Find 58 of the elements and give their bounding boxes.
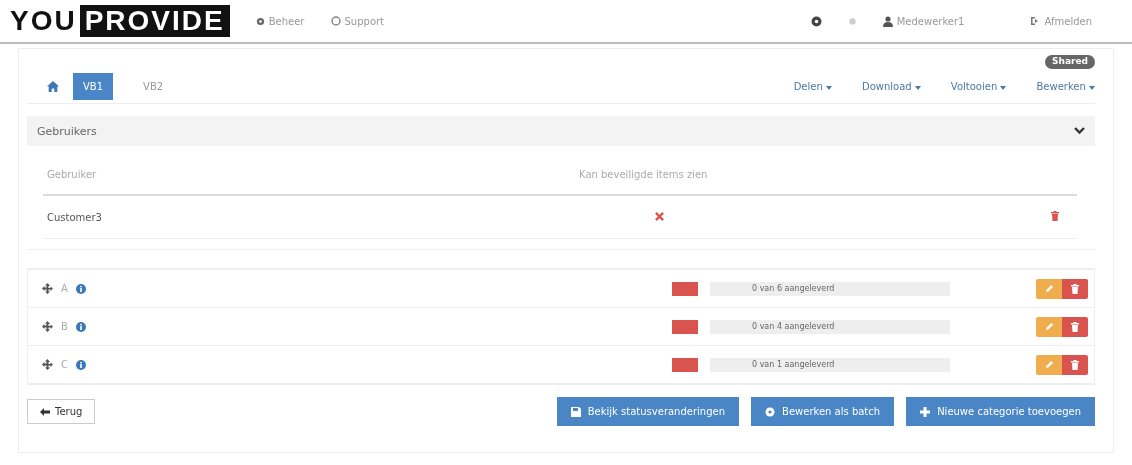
move-icon[interactable] bbox=[42, 359, 53, 370]
column-header: Gebruiker bbox=[46, 168, 98, 180]
category-name: C bbox=[61, 359, 68, 370]
column-header: Kan beveiligde items zien bbox=[578, 168, 709, 180]
progress-label: 0 van 1 aangeleverd bbox=[752, 360, 835, 369]
status-indicator bbox=[672, 281, 698, 296]
trash-icon bbox=[1071, 283, 1079, 294]
settings-icon[interactable] bbox=[810, 15, 822, 27]
info-icon[interactable] bbox=[76, 359, 86, 370]
pencil-icon bbox=[1044, 360, 1054, 369]
user-menu[interactable]: Medewerker1 bbox=[882, 15, 965, 27]
progress-label: 0 van 4 aangeleverd bbox=[752, 322, 835, 331]
caret-icon bbox=[1000, 85, 1007, 90]
caret-icon bbox=[1089, 85, 1095, 90]
arrow-left-icon bbox=[40, 407, 50, 416]
plus-icon bbox=[920, 406, 931, 417]
dropdown-button[interactable]: Delen bbox=[793, 80, 832, 92]
ring-icon bbox=[330, 16, 341, 26]
status-indicator bbox=[672, 357, 698, 372]
nav-link[interactable]: Beheer bbox=[255, 15, 305, 27]
move-icon[interactable] bbox=[42, 321, 53, 332]
action-button[interactable]: Bekijk statusveranderingen bbox=[556, 397, 740, 426]
pencil-icon bbox=[1044, 284, 1054, 293]
shared-badge: Shared bbox=[1045, 55, 1095, 69]
progress-label: 0 van 6 aangeleverd bbox=[752, 284, 835, 293]
user-icon bbox=[882, 15, 893, 27]
settings-icon bbox=[765, 406, 776, 417]
tab[interactable]: VB1 bbox=[73, 72, 114, 100]
status-indicator bbox=[672, 319, 698, 334]
panel-header[interactable]: Gebruikers bbox=[27, 116, 1095, 146]
pencil-icon bbox=[1044, 322, 1054, 331]
logout-link[interactable]: Afmelden bbox=[1030, 15, 1092, 27]
category-name: B bbox=[61, 321, 68, 332]
caret-icon bbox=[914, 85, 921, 90]
save-icon bbox=[570, 406, 581, 417]
trash-icon bbox=[1071, 321, 1079, 332]
action-button[interactable]: Nieuwe categorie toevoegen bbox=[906, 397, 1095, 426]
home-icon[interactable] bbox=[47, 80, 59, 92]
trash-icon[interactable] bbox=[1051, 211, 1059, 221]
info-icon[interactable] bbox=[75, 283, 86, 294]
dropdown-button[interactable]: Bewerken bbox=[1036, 80, 1095, 92]
caret-icon bbox=[825, 85, 832, 90]
settings-icon bbox=[255, 16, 265, 26]
dropdown-button[interactable]: Download bbox=[861, 80, 921, 92]
move-icon[interactable] bbox=[42, 283, 53, 294]
info-icon[interactable] bbox=[75, 321, 86, 332]
delete-button[interactable] bbox=[1062, 354, 1088, 375]
action-button[interactable]: Bewerken als batch bbox=[751, 397, 895, 426]
back-button[interactable]: Terug bbox=[27, 399, 96, 424]
category-name: A bbox=[61, 283, 68, 294]
dropdown-button[interactable]: Voltooien bbox=[950, 80, 1007, 92]
nav-link[interactable]: Support bbox=[330, 15, 385, 27]
delete-button[interactable] bbox=[1062, 316, 1088, 337]
delete-button[interactable] bbox=[1062, 278, 1088, 299]
chevron-down-icon[interactable] bbox=[1074, 127, 1085, 135]
trash-icon bbox=[1071, 359, 1079, 370]
table-cell-text: Customer3 bbox=[46, 211, 103, 223]
tab[interactable]: VB2 bbox=[133, 72, 174, 100]
